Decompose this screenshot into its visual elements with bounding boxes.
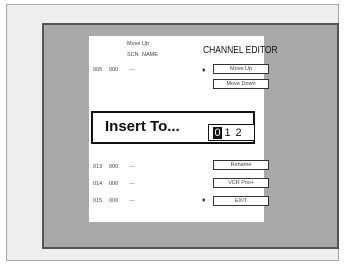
- row-scn: 000: [109, 181, 119, 187]
- digit-1[interactable]: 1: [223, 127, 232, 139]
- exit-button[interactable]: EXIT: [213, 196, 269, 206]
- header-move-up: Move Up: [127, 41, 150, 47]
- column-name: NAME: [142, 52, 158, 58]
- row-scn: 000: [109, 164, 119, 170]
- row-number: 015: [93, 198, 103, 204]
- selection-arrow-icon: ♦: [202, 197, 206, 204]
- row-name: ---: [129, 67, 135, 73]
- row-name: ---: [129, 181, 135, 187]
- row-name: ---: [129, 198, 135, 204]
- digit-0[interactable]: 0: [213, 127, 222, 139]
- rename-button[interactable]: Rename: [213, 160, 269, 170]
- insert-to-dialog: Insert To... 0 1 2: [91, 111, 255, 144]
- row-number: 013: [93, 164, 103, 170]
- move-down-button[interactable]: Move Down: [213, 79, 269, 89]
- row-scn: 000: [109, 198, 119, 204]
- selection-arrow-icon: ♦: [202, 67, 206, 74]
- editor-title: CHANNEL EDITOR: [203, 45, 278, 56]
- dialog-title: Insert To...: [105, 118, 180, 135]
- move-up-button[interactable]: Move Up: [213, 64, 269, 74]
- row-number: 005: [93, 67, 103, 73]
- outer-frame: CHANNEL EDITOR Move Up SCN NAME 005 000 …: [6, 4, 339, 261]
- tv-screen-bezel: CHANNEL EDITOR Move Up SCN NAME 005 000 …: [42, 23, 339, 249]
- digit-2[interactable]: 2: [234, 127, 243, 139]
- vcr-pos-button[interactable]: VCR Pos+: [213, 178, 269, 188]
- channel-number-input[interactable]: 0 1 2: [208, 124, 255, 141]
- row-scn: 000: [109, 67, 119, 73]
- row-name: ---: [129, 164, 135, 170]
- column-scn: SCN: [127, 52, 139, 58]
- row-number: 014: [93, 181, 103, 187]
